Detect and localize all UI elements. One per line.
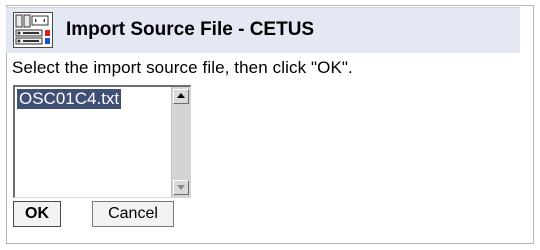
scroll-down-button[interactable] bbox=[173, 180, 189, 195]
cancel-button[interactable]: Cancel bbox=[92, 201, 174, 227]
arrow-up-icon bbox=[174, 90, 188, 103]
instruction-text: Select the import source file, then clic… bbox=[12, 58, 353, 77]
hardware-console-icon bbox=[13, 12, 53, 48]
dialog-title: Import Source File - CETUS bbox=[66, 19, 315, 40]
vertical-scrollbar[interactable] bbox=[171, 87, 190, 197]
file-listbox[interactable]: OSC01C4.txt bbox=[13, 85, 191, 198]
ok-button[interactable]: OK bbox=[13, 201, 61, 227]
arrow-down-icon bbox=[174, 181, 188, 194]
file-list-area[interactable]: OSC01C4.txt bbox=[15, 87, 170, 197]
scroll-up-button[interactable] bbox=[173, 89, 189, 104]
dialog-titlebar: Import Source File - CETUS bbox=[6, 7, 520, 53]
list-item[interactable]: OSC01C4.txt bbox=[17, 89, 122, 109]
